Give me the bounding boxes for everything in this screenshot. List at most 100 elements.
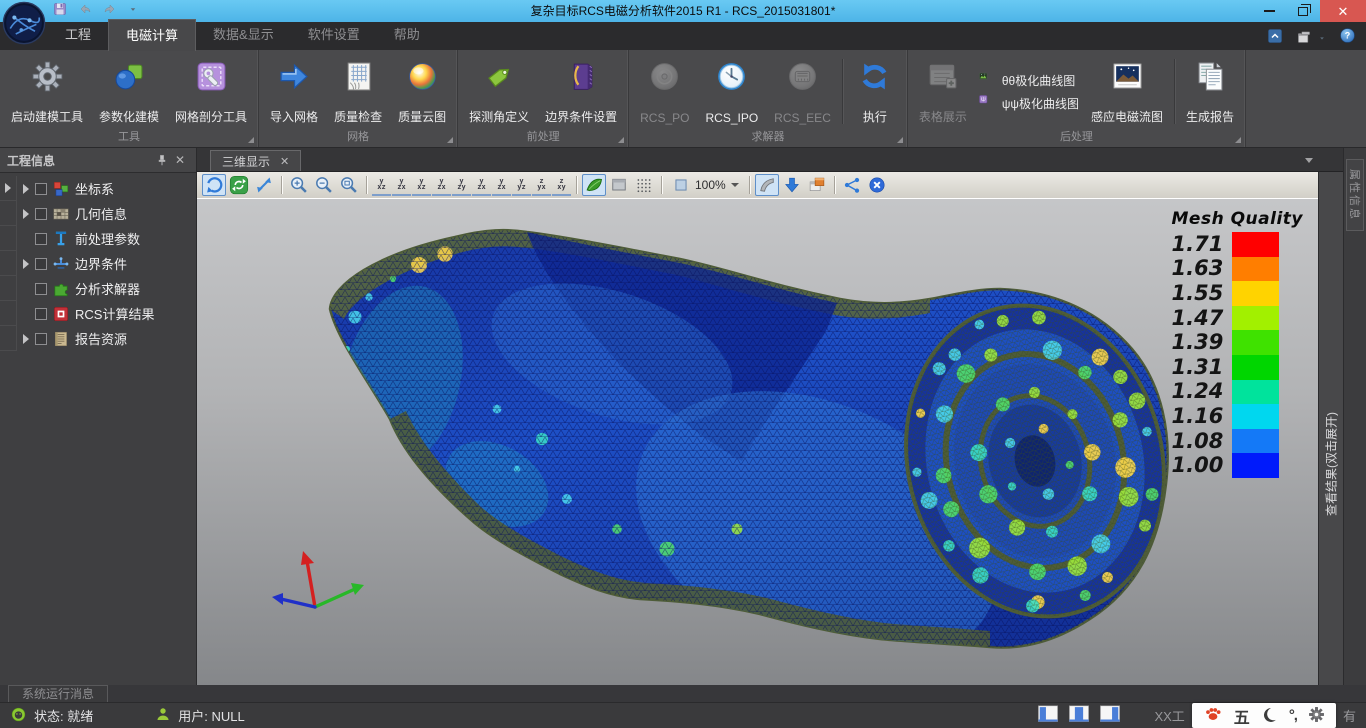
dialog-launcher-icon[interactable] (447, 137, 453, 143)
view-orientation-button-10[interactable]: zxy (552, 174, 571, 196)
ribbon-button[interactable]: 参数化建模 (91, 53, 167, 130)
view-orientation-button-8[interactable]: yyz (512, 174, 531, 196)
tab-list-dropdown-icon[interactable] (1305, 158, 1313, 163)
pan-button[interactable] (252, 174, 276, 196)
ribbon-button[interactable]: 导入网格 (262, 53, 326, 130)
tree-item-1[interactable]: 坐标系 (0, 176, 196, 201)
ribbon-button[interactable]: 表格展示 (911, 53, 975, 130)
collapse-ribbon-button[interactable] (1267, 28, 1283, 49)
save-button[interactable] (52, 1, 68, 22)
tree-item-4[interactable]: 边界条件 (0, 251, 196, 276)
ribbon-button[interactable]: 网格剖分工具 (167, 53, 255, 130)
ribbon-tab-1[interactable]: 工程 (48, 19, 108, 50)
ribbon-tab-3[interactable]: 数据&显示 (196, 19, 291, 50)
ribbon-button[interactable]: 感应电磁流图 (1083, 53, 1171, 130)
ribbon-button[interactable]: 边界条件设置 (537, 53, 625, 130)
view-orientation-button-1[interactable]: yxz (372, 174, 391, 196)
ribbon-button-small[interactable]: θθ极化曲线图 (979, 72, 1079, 89)
zoom-out-button[interactable] (312, 174, 336, 196)
ribbon-button[interactable]: 质量检查 (326, 53, 390, 130)
ribbon-tab-2[interactable]: 电磁计算 (108, 19, 196, 51)
close-circle-button[interactable] (865, 174, 889, 196)
close-panel-button[interactable]: ✕ (171, 151, 189, 169)
layout-right-button[interactable] (1099, 703, 1121, 728)
spin-button[interactable] (227, 174, 251, 196)
tab-close-icon[interactable]: ✕ (280, 155, 289, 168)
share-button[interactable] (840, 174, 864, 196)
orbit-button[interactable] (202, 174, 226, 196)
system-messages-tab[interactable]: 系统运行消息 (8, 685, 108, 702)
tree-checkbox[interactable] (35, 333, 47, 345)
app-logo-icon[interactable] (2, 1, 46, 45)
view-orientation-button-7[interactable]: yzx (492, 174, 511, 196)
tree-item-5[interactable]: 分析求解器 (0, 276, 196, 301)
ribbon-button[interactable]: RCS_PO (632, 53, 697, 130)
tree-checkbox[interactable] (35, 308, 47, 320)
minimize-button[interactable] (1252, 0, 1286, 22)
results-collapsed-panel[interactable]: 查看结果(双击展开) (1318, 172, 1343, 685)
view-orientation-button-9[interactable]: zyx (532, 174, 551, 196)
ime-wubi-mode[interactable]: 五 (1234, 704, 1250, 728)
layout-center-button[interactable] (1068, 703, 1090, 728)
ime-moon-icon[interactable] (1261, 706, 1278, 726)
tree-item-6[interactable]: RCS计算结果 (0, 301, 196, 326)
ime-gear-icon[interactable] (1308, 706, 1325, 726)
properties-collapsed-tab[interactable]: 属性信息 (1346, 159, 1364, 231)
ribbon-button[interactable]: 启动建模工具 (3, 53, 91, 130)
ime-punctuation[interactable]: °, (1289, 707, 1297, 724)
dialog-launcher-icon[interactable] (248, 137, 254, 143)
window-copy-button[interactable] (805, 174, 829, 196)
zoom-level-control[interactable]: 100% (667, 176, 744, 194)
points-view-button[interactable] (632, 174, 656, 196)
qat-dropdown-button[interactable] (127, 2, 139, 20)
zoom-in-button[interactable] (287, 174, 311, 196)
window-style-button[interactable] (1295, 29, 1327, 47)
tree-checkbox[interactable] (35, 283, 47, 295)
help-button[interactable]: ? (1339, 27, 1356, 49)
ribbon-tab-4[interactable]: 软件设置 (291, 19, 377, 50)
view-orientation-button-4[interactable]: yzx (432, 174, 451, 196)
curve-select-button[interactable] (755, 174, 779, 196)
viewport-3d-canvas[interactable]: Mesh Quality 1.71 1.63 1.55 1.47 1.39 1.… (197, 199, 1318, 685)
dialog-launcher-icon[interactable] (618, 137, 624, 143)
tree-expander[interactable] (17, 184, 34, 194)
status-text: 状态: 就绪 (34, 706, 93, 725)
dialog-launcher-icon[interactable] (1235, 137, 1241, 143)
dialog-launcher-icon[interactable] (897, 137, 903, 143)
ribbon-button[interactable]: 执行 (846, 53, 904, 130)
tree-item-2[interactable]: 几何信息 (0, 201, 196, 226)
view-orientation-button-6[interactable]: yzx (472, 174, 491, 196)
tree-expander[interactable] (17, 209, 34, 219)
ribbon-tab-5[interactable]: 帮助 (377, 19, 437, 50)
view-orientation-button-3[interactable]: yxz (412, 174, 431, 196)
arrow-down-button[interactable] (780, 174, 804, 196)
zoom-fit-button[interactable] (337, 174, 361, 196)
tree-checkbox[interactable] (35, 208, 47, 220)
tab-3d-display[interactable]: 三维显示 ✕ (210, 150, 301, 171)
tree-item-3[interactable]: 前处理参数 (0, 226, 196, 251)
expand-arrow-icon[interactable] (5, 183, 11, 193)
flat-view-button[interactable] (607, 174, 631, 196)
ribbon-button-small[interactable]: ψψ极化曲线图 (979, 95, 1079, 112)
tree-checkbox[interactable] (35, 258, 47, 270)
tree-expander[interactable] (17, 334, 34, 344)
pin-panel-button[interactable] (153, 151, 171, 169)
undo-button[interactable] (77, 1, 93, 22)
tree-item-7[interactable]: 报告资源 (0, 326, 196, 351)
ribbon-button[interactable]: 生成报告 (1178, 53, 1242, 130)
redo-button[interactable] (102, 1, 118, 22)
ribbon-button[interactable]: 探测角定义 (461, 53, 537, 130)
layout-left-button[interactable] (1037, 703, 1059, 728)
ribbon-button[interactable]: RCS_EEC (766, 53, 839, 130)
ribbon-button[interactable]: 质量云图 (390, 53, 454, 130)
tree-expander[interactable] (17, 259, 34, 269)
tree-checkbox[interactable] (35, 183, 47, 195)
shaded-view-button[interactable] (582, 174, 606, 196)
ribbon-button[interactable]: RCS_IPO (697, 53, 766, 130)
ime-paw-icon[interactable] (1203, 704, 1223, 727)
view-orientation-button-2[interactable]: yzx (392, 174, 411, 196)
close-button[interactable]: ✕ (1320, 0, 1366, 22)
restore-button[interactable] (1286, 0, 1320, 22)
view-orientation-button-5[interactable]: yzy (452, 174, 471, 196)
tree-checkbox[interactable] (35, 233, 47, 245)
